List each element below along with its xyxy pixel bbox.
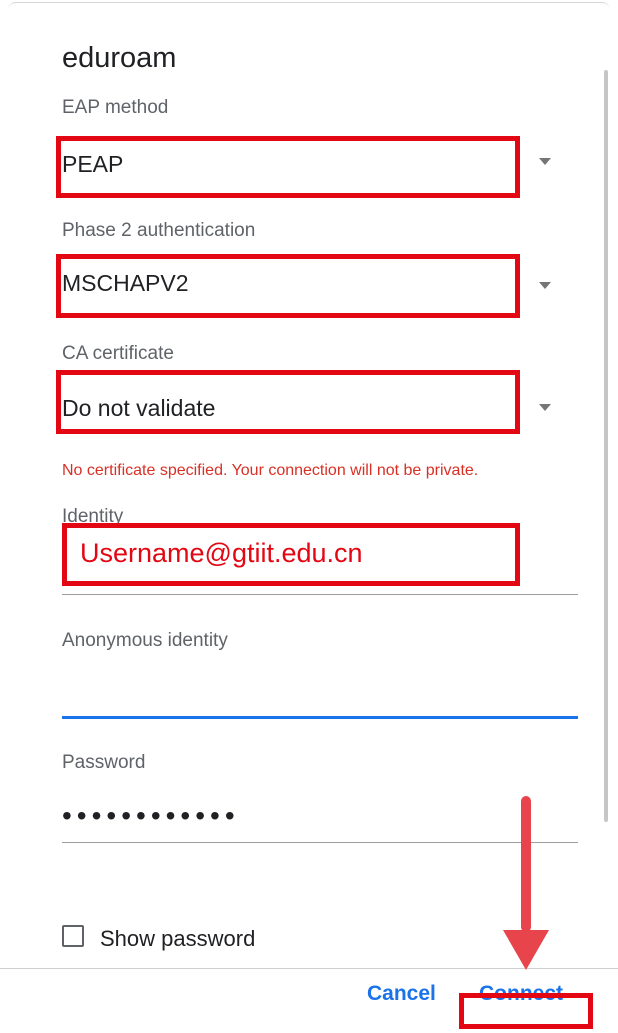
- eap-method-label: EAP method: [62, 97, 169, 118]
- password-underline: [62, 842, 578, 843]
- dropdown-caret-icon[interactable]: [539, 158, 551, 165]
- highlight-box-eap: [56, 136, 520, 198]
- password-value: ••••••••••••: [62, 800, 240, 831]
- down-arrow-annotation: [521, 796, 531, 932]
- identity-label: Identity: [62, 506, 124, 523]
- cancel-button[interactable]: Cancel: [367, 982, 436, 1006]
- identity-underline: [62, 594, 578, 595]
- highlight-box-ca: [56, 370, 520, 434]
- certificate-warning: No certificate specified. Your connectio…: [62, 462, 479, 479]
- show-password-label[interactable]: Show password: [100, 926, 255, 952]
- dropdown-caret-icon[interactable]: [539, 404, 551, 411]
- anonymous-identity-label: Anonymous identity: [62, 630, 228, 651]
- anonymous-identity-input[interactable]: [62, 660, 578, 718]
- scrollbar[interactable]: [604, 70, 608, 822]
- highlight-box-identity: [62, 523, 520, 586]
- down-arrow-head-icon: [503, 930, 549, 970]
- phase2-label: Phase 2 authentication: [62, 220, 256, 241]
- highlight-box-phase2: [56, 254, 520, 318]
- password-label: Password: [62, 752, 146, 773]
- anonymous-identity-underline: [62, 716, 578, 719]
- dropdown-caret-icon[interactable]: [539, 282, 551, 289]
- show-password-checkbox[interactable]: [62, 925, 84, 947]
- network-title: eduroam: [62, 42, 177, 74]
- highlight-box-connect: [459, 993, 593, 1029]
- ca-certificate-label: CA certificate: [62, 343, 174, 364]
